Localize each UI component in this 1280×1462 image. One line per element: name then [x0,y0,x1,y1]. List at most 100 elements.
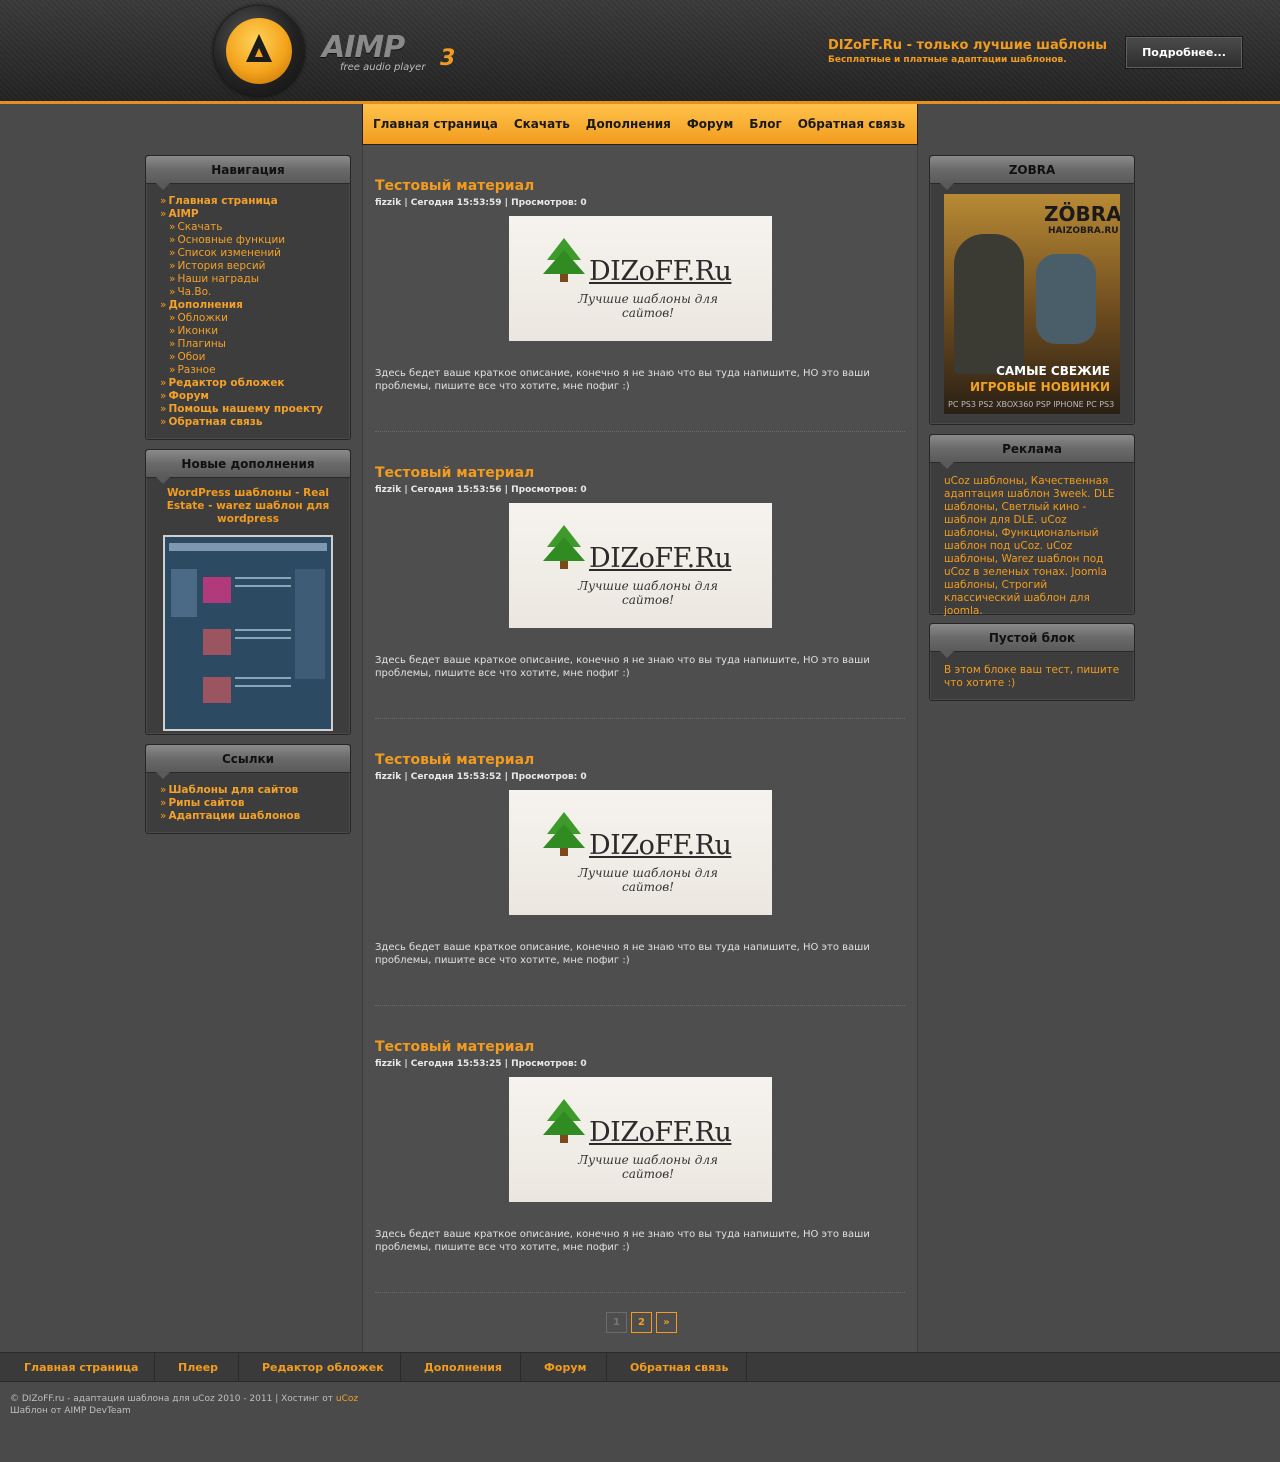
nav-item: » Список изменений [160,247,336,260]
post-separator [375,431,905,432]
page-2[interactable]: 2 [631,1312,652,1333]
post-image[interactable]: DIZoFF.Ru Лучшие шаблоны для сайтов! [509,503,772,628]
links-block: Ссылки » Шаблоны для сайтов » Рипы сайтов … [145,744,351,834]
post-author[interactable]: fizzik [375,485,401,495]
post-image[interactable]: DIZoFF.Ru Лучшие шаблоны для сайтов! [509,1077,772,1202]
more-button[interactable]: Подробнее... [1126,37,1242,68]
nav-item: » Обложки [160,312,336,325]
nav-link[interactable]: Иконки [177,325,218,337]
new-addons-block: Новые дополнения WordPress шаблоны - Rea… [145,449,351,735]
bullet-icon: » [160,810,167,822]
bullet-icon: » [169,260,176,272]
menu-item-home[interactable]: Главная страница [373,117,498,131]
post-title[interactable]: Тестовый материал [375,178,905,194]
post-title[interactable]: Тестовый материал [375,752,905,768]
post-separator [375,1005,905,1006]
nav-link[interactable]: Плагины [177,338,226,350]
block-title: Новые дополнения [146,450,350,484]
empty-block: Пустой блок В этом блоке ваш тест, пишит… [929,623,1135,701]
footer-link-skin-editor[interactable]: Редактор обложек [262,1361,384,1374]
footer-link-forum[interactable]: Форум [544,1361,587,1374]
nav-link[interactable]: Наши награды [177,273,259,285]
post-separator [375,718,905,719]
nav-item: » Основные функции [160,234,336,247]
nav-link[interactable]: Разное [177,364,215,376]
nav-item: » Форум [160,390,336,403]
bullet-icon: » [169,338,176,350]
list-item: » Адаптации шаблонов [160,810,336,823]
host-link[interactable]: uCoz [336,1394,358,1404]
nav-link[interactable]: Обои [177,351,205,363]
nav-link[interactable]: Скачать [177,221,222,233]
post-author[interactable]: fizzik [375,1059,401,1069]
nav-link[interactable]: Форум [168,390,209,402]
post-image[interactable]: DIZoFF.Ru Лучшие шаблоны для сайтов! [509,790,772,915]
banner-logo: ZÖBRA [1044,202,1120,226]
footer-link-addons[interactable]: Дополнения [424,1361,502,1374]
post-text: Здесь бедет ваше краткое описание, конеч… [375,655,870,679]
nav-link[interactable]: Помощь нашему проекту [168,403,323,415]
post-title[interactable]: Тестовый материал [375,465,905,481]
addon-screenshot[interactable] [163,535,333,731]
bullet-icon: » [169,273,176,285]
ads-block: Реклама uCoz шаблоны, Качественная адапт… [929,434,1135,618]
footer-link-home[interactable]: Главная страница [24,1361,138,1374]
block-title: ZOBRA [930,156,1134,190]
menu-item-blog[interactable]: Блог [749,117,781,131]
post-text: Здесь бедет ваше краткое описание, конеч… [375,942,870,966]
post-views: Просмотров: 0 [511,1059,587,1069]
nav-item: » AIMP [160,208,336,221]
nav-link[interactable]: AIMP [168,208,198,220]
nav-item: » Скачать [160,221,336,234]
zobra-banner[interactable]: ZÖBRA HAIZOBRA.RU САМЫЕ СВЕЖИЕ ИГРОВЫЕ Н… [944,194,1120,414]
link-adaptations[interactable]: Адаптации шаблонов [168,810,300,822]
nav-link[interactable]: Список изменений [177,247,281,259]
post-title[interactable]: Тестовый материал [375,1039,905,1055]
nav-link[interactable]: Ча.Во. [177,286,211,298]
logo-wordmark[interactable]: AIMP [322,30,405,65]
next-page-icon[interactable]: » [656,1312,677,1333]
image-slogan: Лучшие шаблоны для сайтов! [578,1153,718,1181]
post-date: Сегодня 15:53:59 [410,198,502,208]
post-author[interactable]: fizzik [375,772,401,782]
menu-item-forum[interactable]: Форум [687,117,733,131]
nav-item: » Плагины [160,338,336,351]
nav-item: » Обои [160,351,336,364]
nav-link[interactable]: Обратная связь [168,416,262,428]
pagination: 1 2 » [606,1312,677,1333]
banner-line2: ИГРОВЫЕ НОВИНКИ [970,380,1110,394]
navigation-list: » Главная страница» AIMP» Скачать» Основные … [160,195,336,429]
addon-link[interactable]: WordPress шаблоны - Real Estate - warez … [160,487,336,526]
link-rips[interactable]: Рипы сайтов [168,797,244,809]
bullet-icon: » [160,208,167,220]
footer-link-player[interactable]: Плеер [178,1361,218,1374]
block-title: Ссылки [146,745,350,779]
bullet-icon: » [160,784,167,796]
post-meta: fizzik | Сегодня 15:53:56 | Просмотров: … [375,485,587,495]
footer-link-feedback[interactable]: Обратная связь [630,1361,729,1374]
image-brand: DIZoFF.Ru [589,543,732,574]
menu-item-download[interactable]: Скачать [514,117,570,131]
nav-link[interactable]: Обложки [177,312,228,324]
post-date: Сегодня 15:53:56 [410,485,502,495]
link-templates[interactable]: Шаблоны для сайтов [168,784,298,796]
nav-link[interactable]: Основные функции [177,234,285,246]
nav-link[interactable]: Дополнения [168,299,242,311]
page-1[interactable]: 1 [606,1312,627,1333]
menu-item-feedback[interactable]: Обратная связь [798,117,905,131]
logo-version: 3 [440,46,456,71]
nav-link[interactable]: Редактор обложек [168,377,284,389]
nav-item: » Наши награды [160,273,336,286]
bullet-icon: » [160,377,167,389]
image-slogan: Лучшие шаблоны для сайтов! [578,292,718,320]
post-author[interactable]: fizzik [375,198,401,208]
nav-link[interactable]: Главная страница [168,195,277,207]
nav-link[interactable]: История версий [177,260,265,272]
menu-item-addons[interactable]: Дополнения [586,117,671,131]
post-image[interactable]: DIZoFF.Ru Лучшие шаблоны для сайтов! [509,216,772,341]
bullet-icon: » [160,299,167,311]
ads-text[interactable]: uCoz шаблоны, Качественная адаптация шаб… [944,475,1120,618]
image-slogan: Лучшие шаблоны для сайтов! [578,866,718,894]
post-views: Просмотров: 0 [511,198,587,208]
aimp-logo-icon[interactable] [214,6,304,96]
